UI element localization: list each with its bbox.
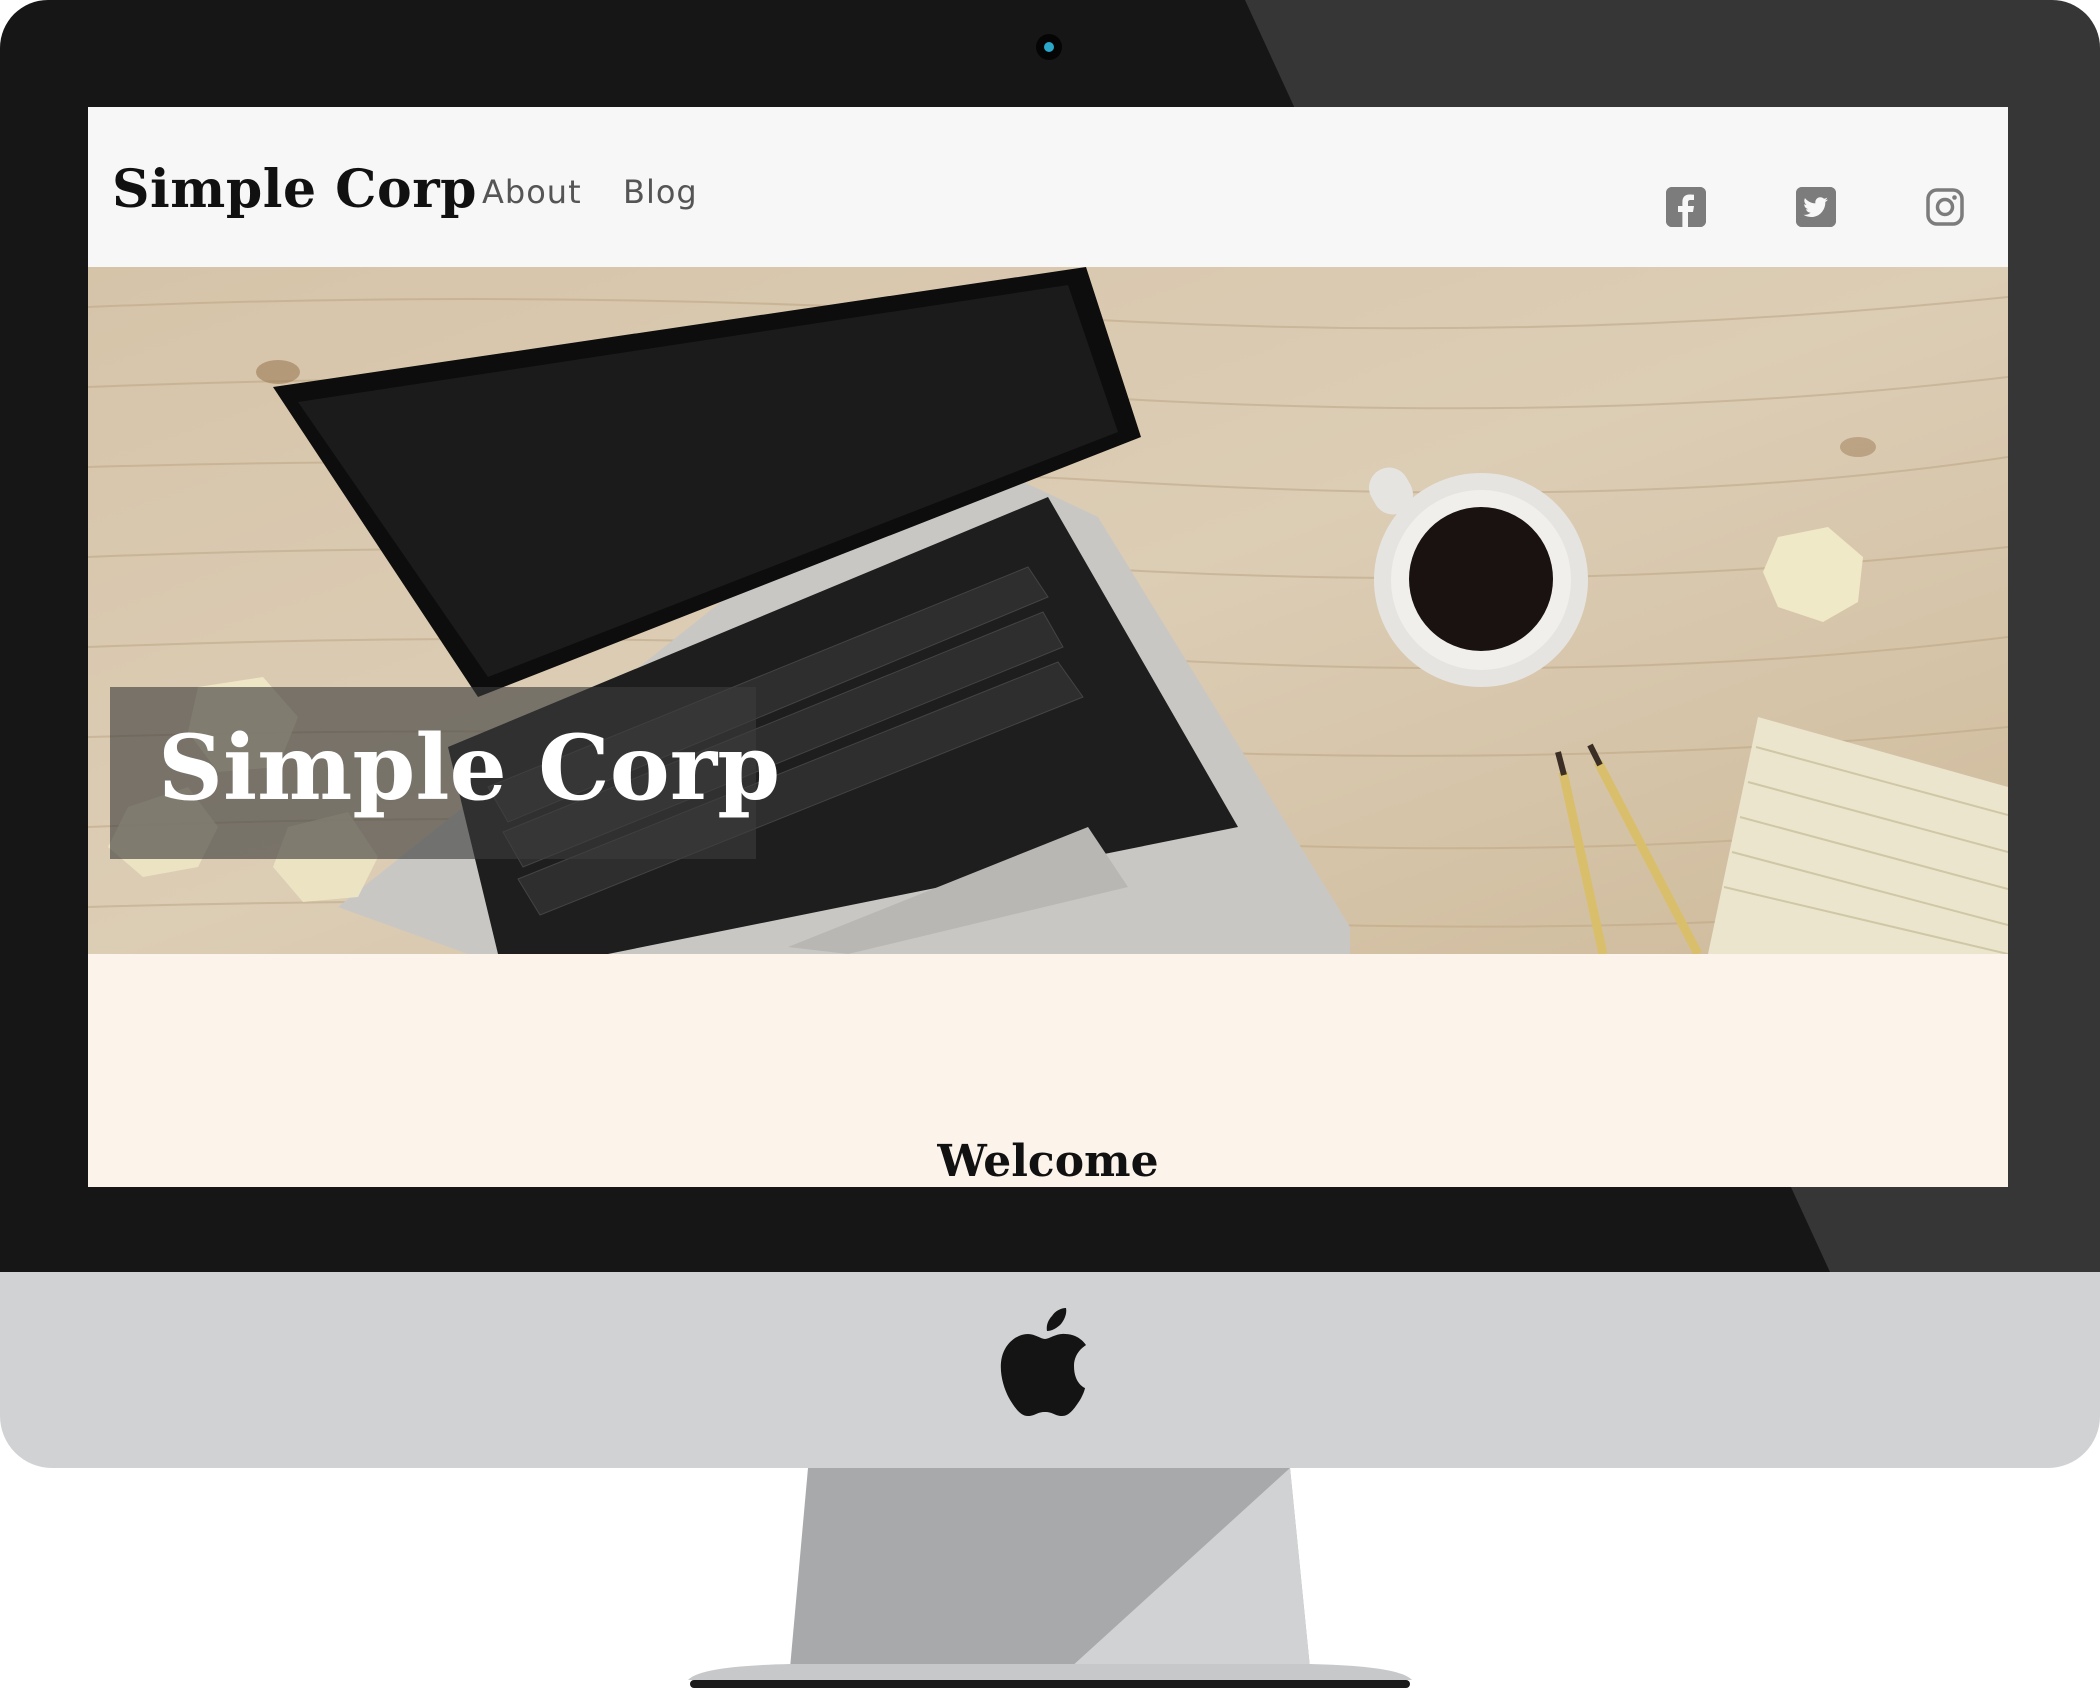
welcome-section: Welcome	[88, 954, 2008, 1187]
nav-link-about[interactable]: About	[482, 173, 582, 211]
webcam	[1036, 34, 1062, 60]
monitor-chin	[0, 1272, 2100, 1468]
monitor-bezel: Simple Corp About Blog Simple Corp Welco…	[0, 0, 2100, 1272]
facebook-icon[interactable]	[1666, 187, 1706, 227]
site-header: Simple Corp About Blog	[88, 107, 2008, 267]
hero-title: Simple Corp	[158, 715, 781, 821]
twitter-icon[interactable]	[1796, 187, 1836, 227]
welcome-heading: Welcome	[937, 1136, 1159, 1187]
site-logo[interactable]: Simple Corp	[112, 159, 477, 220]
nav-link-blog[interactable]: Blog	[623, 173, 698, 211]
instagram-icon[interactable]	[1925, 187, 1965, 227]
imac-mockup: Simple Corp About Blog Simple Corp Welco…	[0, 0, 2100, 1695]
browser-viewport: Simple Corp About Blog Simple Corp Welco…	[88, 107, 2008, 1187]
apple-logo-icon	[1000, 1308, 1086, 1416]
hero-banner: Simple Corp	[88, 267, 2008, 954]
